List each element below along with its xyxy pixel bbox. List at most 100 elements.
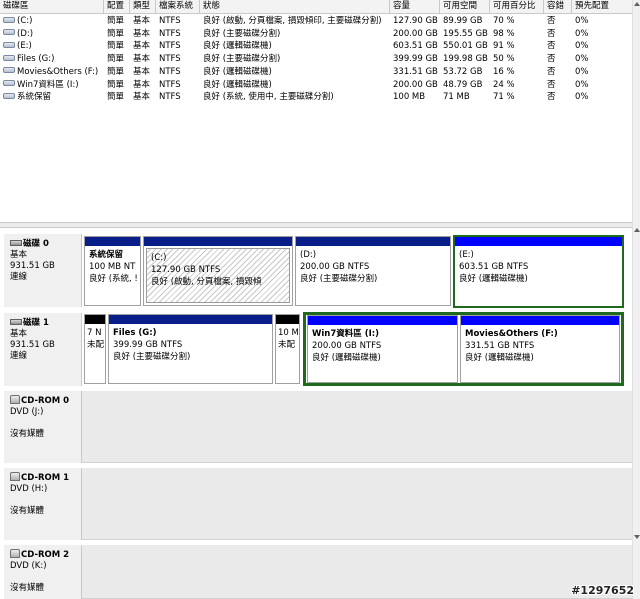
vertical-scrollbar[interactable]	[632, 0, 640, 599]
column-header-layout[interactable]: 配置	[104, 0, 130, 14]
volume-row[interactable]: Files (G:) 簡單 基本 NTFS 良好 (主要磁碟分割) 399.99…	[0, 53, 632, 66]
column-header-capacity[interactable]: 容量	[390, 0, 440, 14]
partition-status: 未配	[87, 340, 105, 350]
volume-row[interactable]: Movies&Others (F:) 簡單 基本 NTFS 良好 (邏輯磁碟機)…	[0, 66, 632, 79]
partition-size: 399.99 GB NTFS	[113, 340, 183, 350]
hard-disk-icon	[10, 318, 22, 325]
volume-overhead: 0%	[575, 92, 589, 103]
volume-layout: 簡單	[107, 92, 125, 103]
volume-overhead: 0%	[575, 66, 589, 77]
volume-row[interactable]: Win7資料區 (I:) 簡單 基本 NTFS 良好 (邏輯磁碟機) 200.0…	[0, 79, 632, 92]
volume-disk-icon	[3, 41, 15, 48]
volume-free-space: 71 MB	[443, 92, 470, 103]
partition-size: 603.51 GB NTFS	[459, 262, 529, 272]
volume-free-space: 550.01 GB	[443, 41, 488, 52]
cdrom-2-area[interactable]	[82, 545, 632, 599]
partition-body: 系統保留 100 MB NT 良好 (系統, !	[85, 246, 140, 305]
volume-free-space: 89.99 GB	[443, 16, 483, 26]
volume-percent-free: 91 %	[493, 41, 515, 52]
volume-name-cell: (E:)	[0, 40, 104, 53]
logical-drive-bar	[455, 237, 622, 246]
volume-row[interactable]: (C:) 簡單 基本 NTFS 良好 (啟動, 分頁檔案, 損毀傾印, 主要磁碟…	[0, 15, 632, 28]
volume-overhead: 0%	[575, 79, 589, 90]
column-header-volume[interactable]: 磁碟區	[0, 0, 104, 14]
volume-percent-free: 50 %	[493, 54, 515, 65]
cdrom-2-label[interactable]: CD-ROM 2 DVD (K:) 沒有媒體	[4, 545, 82, 599]
disk-type: 基本	[10, 329, 28, 339]
volume-layout: 簡單	[107, 54, 125, 65]
partition-size: 100 MB NT	[89, 262, 136, 272]
cdrom-1-area[interactable]	[82, 468, 632, 540]
scroll-up-arrow-icon[interactable]	[634, 228, 640, 232]
scroll-up-arrow-icon[interactable]	[634, 2, 640, 6]
volume-capacity: 331.51 GB	[393, 66, 438, 77]
volume-overhead: 0%	[575, 16, 589, 26]
volume-layout: 簡單	[107, 66, 125, 77]
volume-list[interactable]: 磁碟區 配置 類型 檔案系統 狀態 容量 可用空間 可用百分比 容錯 預先配置 …	[0, 0, 632, 222]
disk-type: 基本	[10, 250, 28, 260]
column-header-free-space[interactable]: 可用空間	[440, 0, 490, 14]
partition-body: (D:) 200.00 GB NTFS 良好 (主要磁碟分割)	[296, 246, 450, 305]
volume-disk-icon	[3, 92, 15, 99]
column-header-overhead[interactable]: 預先配置	[572, 0, 632, 14]
partition-d[interactable]: (D:) 200.00 GB NTFS 良好 (主要磁碟分割)	[295, 236, 451, 306]
column-header-filesystem[interactable]: 檔案系統	[156, 0, 200, 14]
primary-partition-bar	[144, 237, 292, 246]
disk-0-label[interactable]: 磁碟 0 基本 931.51 GB 連線	[4, 234, 82, 307]
cdrom-1-label[interactable]: CD-ROM 1 DVD (H:) 沒有媒體	[4, 468, 82, 540]
partition-body: 10 M 未配	[276, 324, 299, 383]
partition-g[interactable]: Files (G:) 399.99 GB NTFS 良好 (主要磁碟分割)	[108, 314, 273, 384]
volume-row[interactable]: (E:) 簡單 基本 NTFS 良好 (邏輯磁碟機) 603.51 GB 550…	[0, 40, 632, 53]
partition-title: (C:)	[151, 253, 167, 263]
partition-status: 良好 (系統, !	[89, 274, 138, 284]
cdrom-icon	[10, 472, 20, 481]
volume-name: (C:)	[17, 16, 33, 26]
unallocated-bar	[85, 315, 105, 324]
volume-row[interactable]: (D:) 簡單 基本 NTFS 良好 (主要磁碟分割) 200.00 GB 19…	[0, 28, 632, 41]
volume-filesystem: NTFS	[159, 66, 181, 77]
partition-size: 200.00 GB NTFS	[300, 262, 370, 272]
cdrom-0-label[interactable]: CD-ROM 0 DVD (J:) 沒有媒體	[4, 391, 82, 463]
cdrom-0-area[interactable]	[82, 391, 632, 463]
volume-filesystem: NTFS	[159, 28, 181, 39]
volume-row[interactable]: 系統保留 簡單 基本 NTFS 良好 (系統, 使用中, 主要磁碟分割) 100…	[0, 91, 632, 104]
disk-name: 磁碟 0	[23, 239, 49, 249]
cdrom-name: CD-ROM 1	[21, 473, 70, 483]
volume-fault-tolerance: 否	[547, 41, 556, 52]
partition-c[interactable]: (C:) 127.90 GB NTFS 良好 (啟動, 分頁檔案, 損毀傾	[143, 236, 293, 306]
partition-size: 10 M	[278, 328, 299, 338]
volume-name: (E:)	[17, 41, 32, 52]
volume-layout: 簡單	[107, 16, 125, 26]
scroll-down-arrow-icon[interactable]	[634, 535, 640, 539]
partition-unallocated-1[interactable]: 7 N 未配	[84, 314, 106, 384]
volume-status: 良好 (主要磁碟分割)	[203, 28, 281, 39]
partition-f[interactable]: Movies&Others (F:) 331.51 GB NTFS 良好 (邏輯…	[460, 315, 620, 383]
unallocated-bar	[276, 315, 299, 324]
cdrom-icon	[10, 549, 20, 558]
partition-body: Win7資料區 (I:) 200.00 GB NTFS 良好 (邏輯磁碟機)	[308, 325, 457, 382]
column-header-status[interactable]: 狀態	[200, 0, 390, 14]
partition-e[interactable]: (E:) 603.51 GB NTFS 良好 (邏輯磁碟機)	[453, 235, 624, 308]
volume-fault-tolerance: 否	[547, 16, 556, 26]
partition-body: (E:) 603.51 GB NTFS 良好 (邏輯磁碟機)	[455, 246, 622, 306]
partition-i[interactable]: Win7資料區 (I:) 200.00 GB NTFS 良好 (邏輯磁碟機)	[307, 315, 458, 383]
volume-name: (D:)	[17, 28, 34, 39]
volume-free-space: 53.72 GB	[443, 66, 483, 77]
partition-title: (D:)	[300, 250, 317, 260]
volume-name-cell: (D:)	[0, 28, 104, 41]
volume-disk-icon	[3, 80, 15, 86]
partition-status: 良好 (啟動, 分頁檔案, 損毀傾	[151, 277, 262, 287]
column-header-type[interactable]: 類型	[130, 0, 156, 14]
disk-1-label[interactable]: 磁碟 1 基本 931.51 GB 連線	[4, 313, 82, 386]
cdrom-media: 沒有媒體	[10, 583, 45, 593]
partition-body: Files (G:) 399.99 GB NTFS 良好 (主要磁碟分割)	[109, 324, 272, 383]
volume-name: Movies&Others (F:)	[17, 66, 99, 77]
partition-unallocated-2[interactable]: 10 M 未配	[275, 314, 300, 384]
volume-disk-icon	[3, 67, 15, 74]
column-header-percent-free[interactable]: 可用百分比	[490, 0, 544, 14]
volume-fault-tolerance: 否	[547, 28, 556, 39]
partition-system-reserved[interactable]: 系統保留 100 MB NT 良好 (系統, !	[84, 236, 141, 306]
partition-size: 127.90 GB NTFS	[151, 265, 221, 275]
column-header-fault-tolerance[interactable]: 容錯	[544, 0, 572, 14]
volume-percent-free: 98 %	[493, 28, 515, 39]
